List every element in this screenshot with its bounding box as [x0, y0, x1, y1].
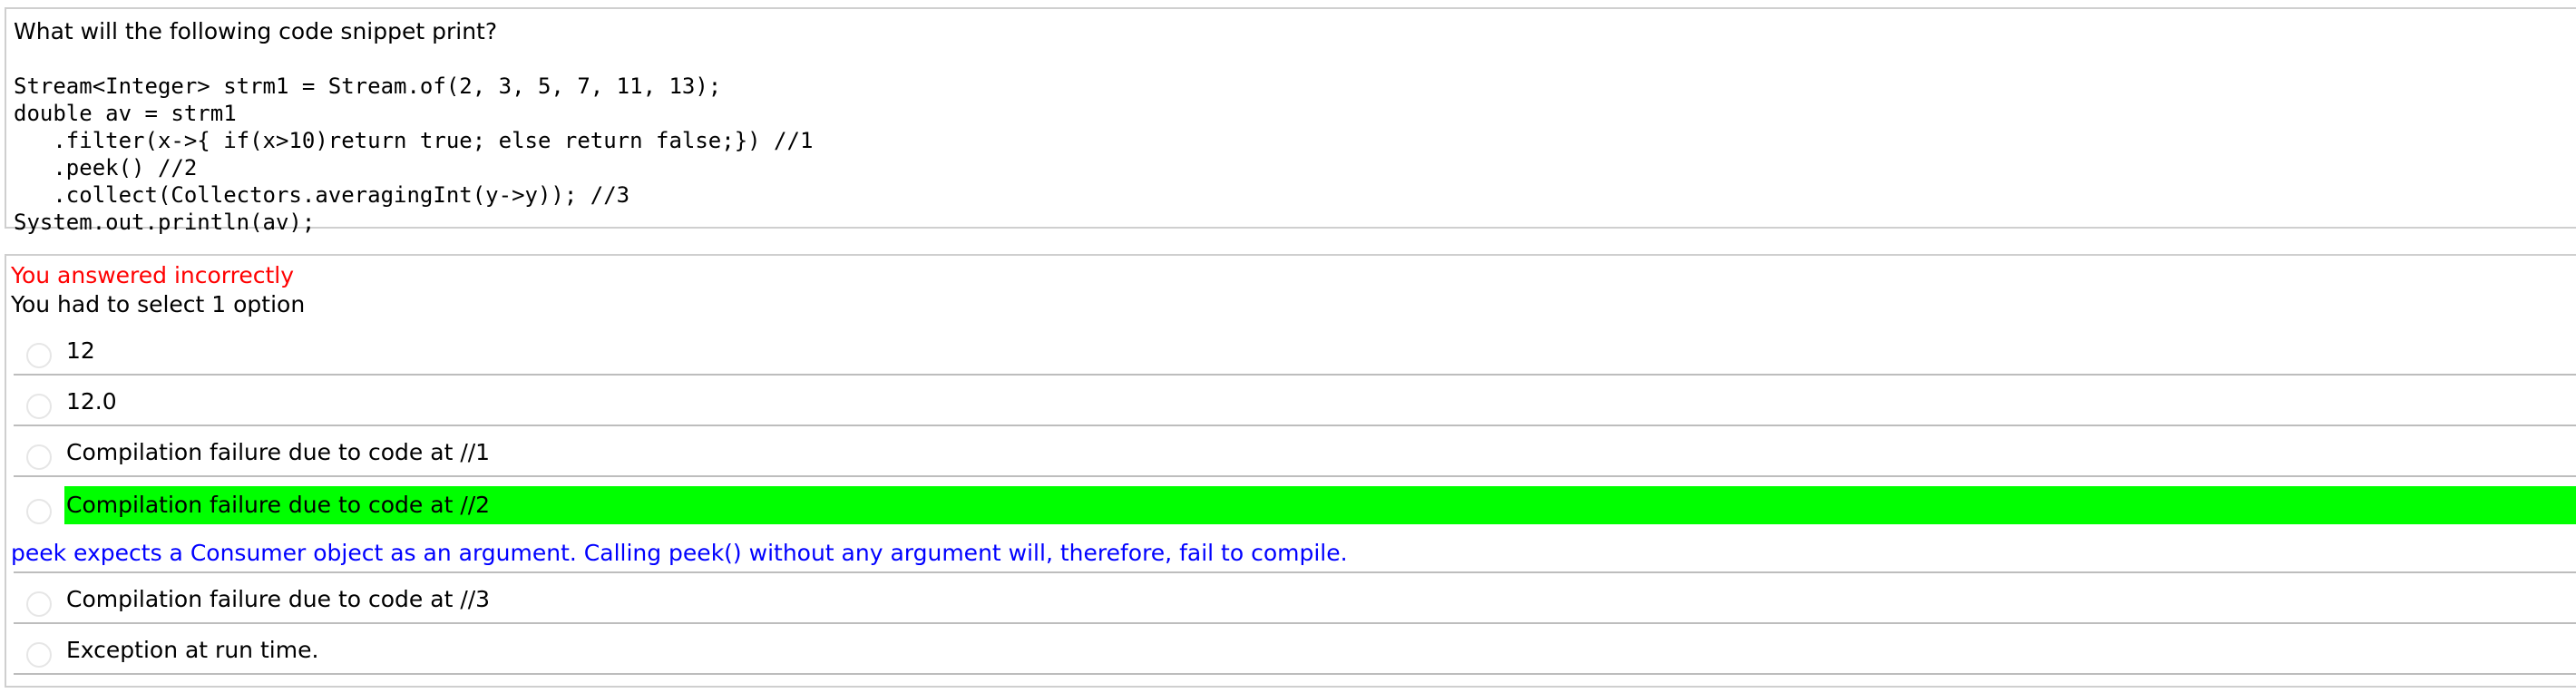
code-line: .filter(x->{ if(x>10)return true; else r…	[14, 128, 814, 153]
option-12[interactable]: 12	[14, 325, 2576, 376]
option-label: 12.0	[66, 388, 117, 415]
code-line: System.out.println(av);	[14, 210, 316, 235]
correct-option-label: Compilation failure due to code at //2	[64, 486, 2576, 524]
question-panel: What will the following code snippet pri…	[5, 7, 2576, 235]
code-line: .collect(Collectors.averagingInt(y->y));…	[14, 182, 630, 208]
option-label: 12	[66, 337, 95, 364]
answer-explanation: peek expects a Consumer object as an arg…	[11, 540, 1348, 566]
option-label: Exception at run time.	[66, 637, 319, 663]
code-line: .peek() //2	[14, 155, 198, 181]
option-label: Compilation failure due to code at //1	[66, 439, 491, 465]
answer-panel: You answered incorrectly You had to sele…	[5, 254, 2576, 688]
option-compile-fail-3[interactable]: Compilation failure due to code at //3	[14, 573, 2576, 624]
option-runtime-exception[interactable]: Exception at run time.	[14, 624, 2576, 675]
result-status: You answered incorrectly	[11, 262, 295, 288]
radio-button[interactable]	[26, 642, 52, 668]
code-line: Stream<Integer> strm1 = Stream.of(2, 3, …	[14, 73, 722, 99]
radio-button[interactable]	[26, 343, 52, 368]
radio-button[interactable]	[26, 499, 52, 524]
radio-button[interactable]	[26, 591, 52, 617]
option-compile-fail-1[interactable]: Compilation failure due to code at //1	[14, 426, 2576, 477]
option-compile-fail-2[interactable]: Compilation failure due to code at //2	[14, 477, 2576, 537]
radio-button[interactable]	[26, 394, 52, 419]
selection-instruction: You had to select 1 option	[11, 291, 306, 317]
radio-button[interactable]	[26, 444, 52, 470]
code-line: double av = strm1	[14, 101, 237, 126]
option-12-0[interactable]: 12.0	[14, 376, 2576, 426]
question-prompt: What will the following code snippet pri…	[14, 18, 498, 44]
option-label: Compilation failure due to code at //3	[66, 586, 491, 612]
